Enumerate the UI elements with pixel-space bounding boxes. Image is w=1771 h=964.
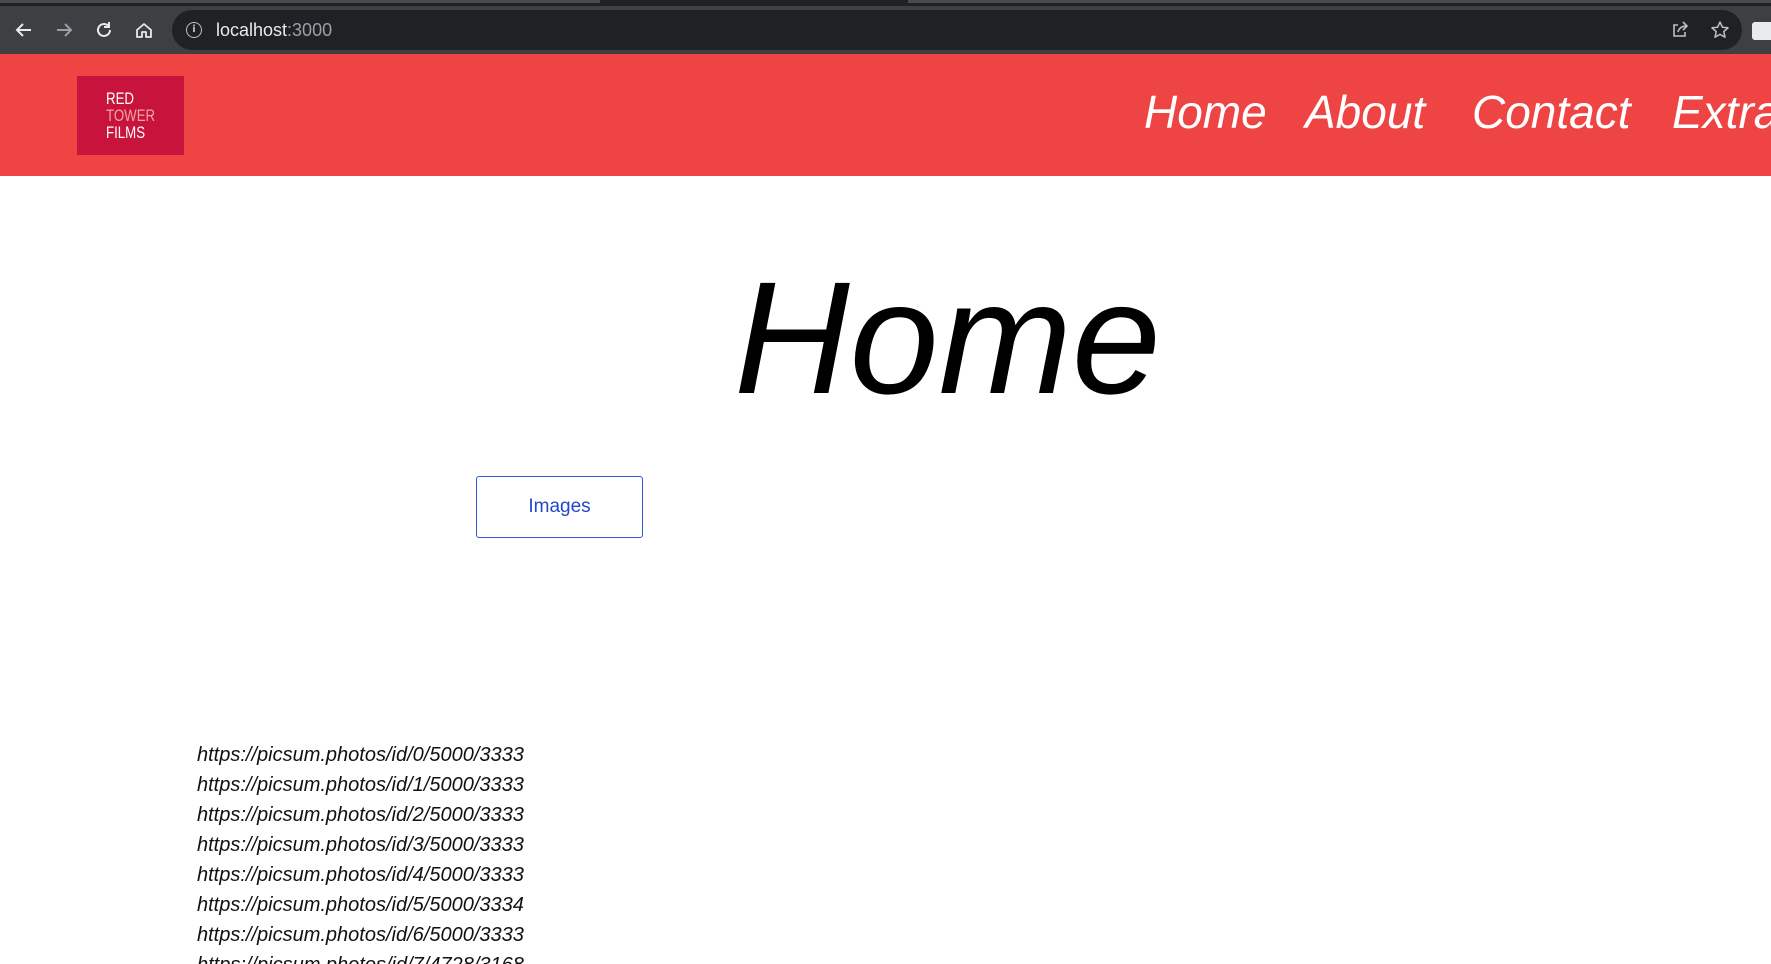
list-item: https://picsum.photos/id/3/5000/3333	[197, 834, 524, 856]
address-bar[interactable]: i localhost:3000	[172, 10, 1742, 50]
browser-chrome: i localhost:3000	[0, 0, 1771, 54]
home-icon[interactable]	[130, 16, 158, 44]
main-nav: Home About Contact Extra	[0, 82, 1771, 142]
nav-link-about[interactable]: About	[1305, 82, 1425, 142]
list-item: https://picsum.photos/id/0/5000/3333	[197, 744, 524, 766]
share-icon[interactable]	[1668, 18, 1692, 42]
star-icon[interactable]	[1708, 18, 1732, 42]
forward-arrow-icon[interactable]	[50, 16, 78, 44]
reload-icon[interactable]	[90, 16, 118, 44]
list-item: https://picsum.photos/id/5/5000/3334	[197, 894, 524, 916]
address-url[interactable]: localhost:3000	[216, 20, 332, 41]
puzzle-icon[interactable]	[1752, 22, 1771, 40]
url-port: :3000	[287, 20, 333, 40]
list-item: https://picsum.photos/id/6/5000/3333	[197, 924, 524, 946]
site-header: RED TOWER FILMS Home About Contact Extra	[0, 54, 1771, 176]
list-item: https://picsum.photos/id/4/5000/3333	[197, 864, 524, 886]
list-item: https://picsum.photos/id/1/5000/3333	[197, 774, 524, 796]
list-item: https://picsum.photos/id/2/5000/3333	[197, 804, 524, 826]
url-host: localhost	[216, 20, 288, 40]
images-button[interactable]: Images	[476, 476, 643, 538]
nav-link-extra[interactable]: Extra	[1672, 82, 1771, 142]
image-url-list: https://picsum.photos/id/0/5000/3333 htt…	[197, 740, 897, 964]
browser-toolbar: i localhost:3000	[0, 6, 1771, 54]
tab-background[interactable]	[908, 0, 1771, 3]
page-title: Home	[734, 248, 1161, 427]
nav-link-contact[interactable]: Contact	[1472, 82, 1631, 142]
info-icon[interactable]: i	[186, 22, 202, 38]
list-item: https://picsum.photos/id/7/4728/3168	[197, 950, 897, 964]
nav-link-home[interactable]: Home	[1144, 82, 1267, 142]
tab-background[interactable]	[0, 0, 600, 3]
back-arrow-icon[interactable]	[10, 16, 38, 44]
